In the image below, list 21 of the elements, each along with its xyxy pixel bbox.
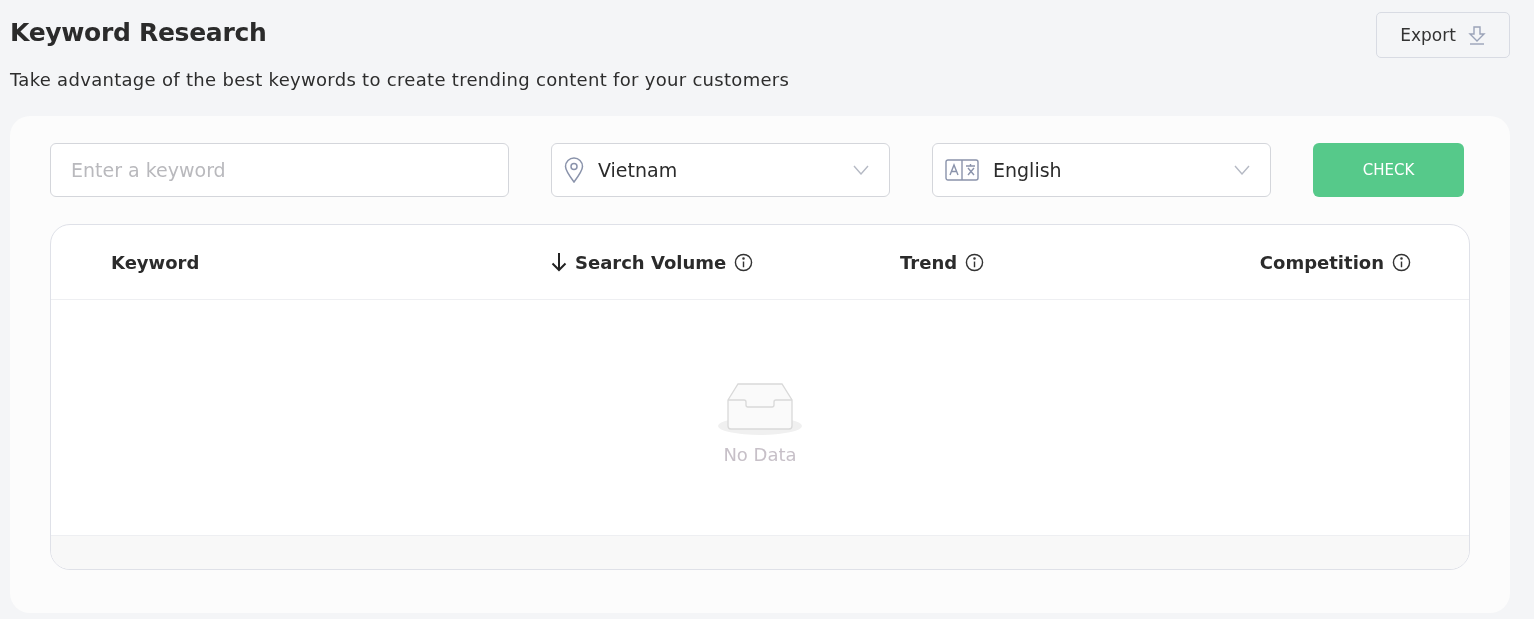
keyword-input[interactable]: Enter a keyword bbox=[50, 143, 509, 197]
location-select[interactable]: Vietnam bbox=[551, 143, 890, 197]
empty-state-text: No Data bbox=[723, 444, 797, 465]
location-pin-icon bbox=[564, 157, 584, 183]
column-header[interactable]: Trend bbox=[900, 251, 958, 273]
export-button[interactable]: Export bbox=[1376, 12, 1510, 58]
page-title: Keyword Research bbox=[10, 18, 268, 47]
column-header[interactable]: Keyword bbox=[111, 251, 200, 273]
language-select[interactable]: English bbox=[932, 143, 1271, 197]
info-icon[interactable] bbox=[734, 252, 754, 272]
chevron-down-icon bbox=[1234, 165, 1250, 175]
info-icon[interactable] bbox=[1392, 252, 1411, 272]
page-subtitle: Take advantage of the best keywords to create trending content for your customers bbox=[10, 69, 790, 90]
column-header[interactable]: Search Volume bbox=[575, 251, 727, 273]
column-header[interactable]: Competition bbox=[1259, 251, 1384, 273]
chevron-down-icon bbox=[853, 165, 869, 175]
sort-arrow-icon[interactable] bbox=[551, 252, 567, 272]
info-icon[interactable] bbox=[965, 252, 985, 272]
empty-inbox-icon bbox=[716, 380, 804, 436]
translate-icon bbox=[945, 159, 979, 181]
download-icon bbox=[1467, 25, 1486, 45]
